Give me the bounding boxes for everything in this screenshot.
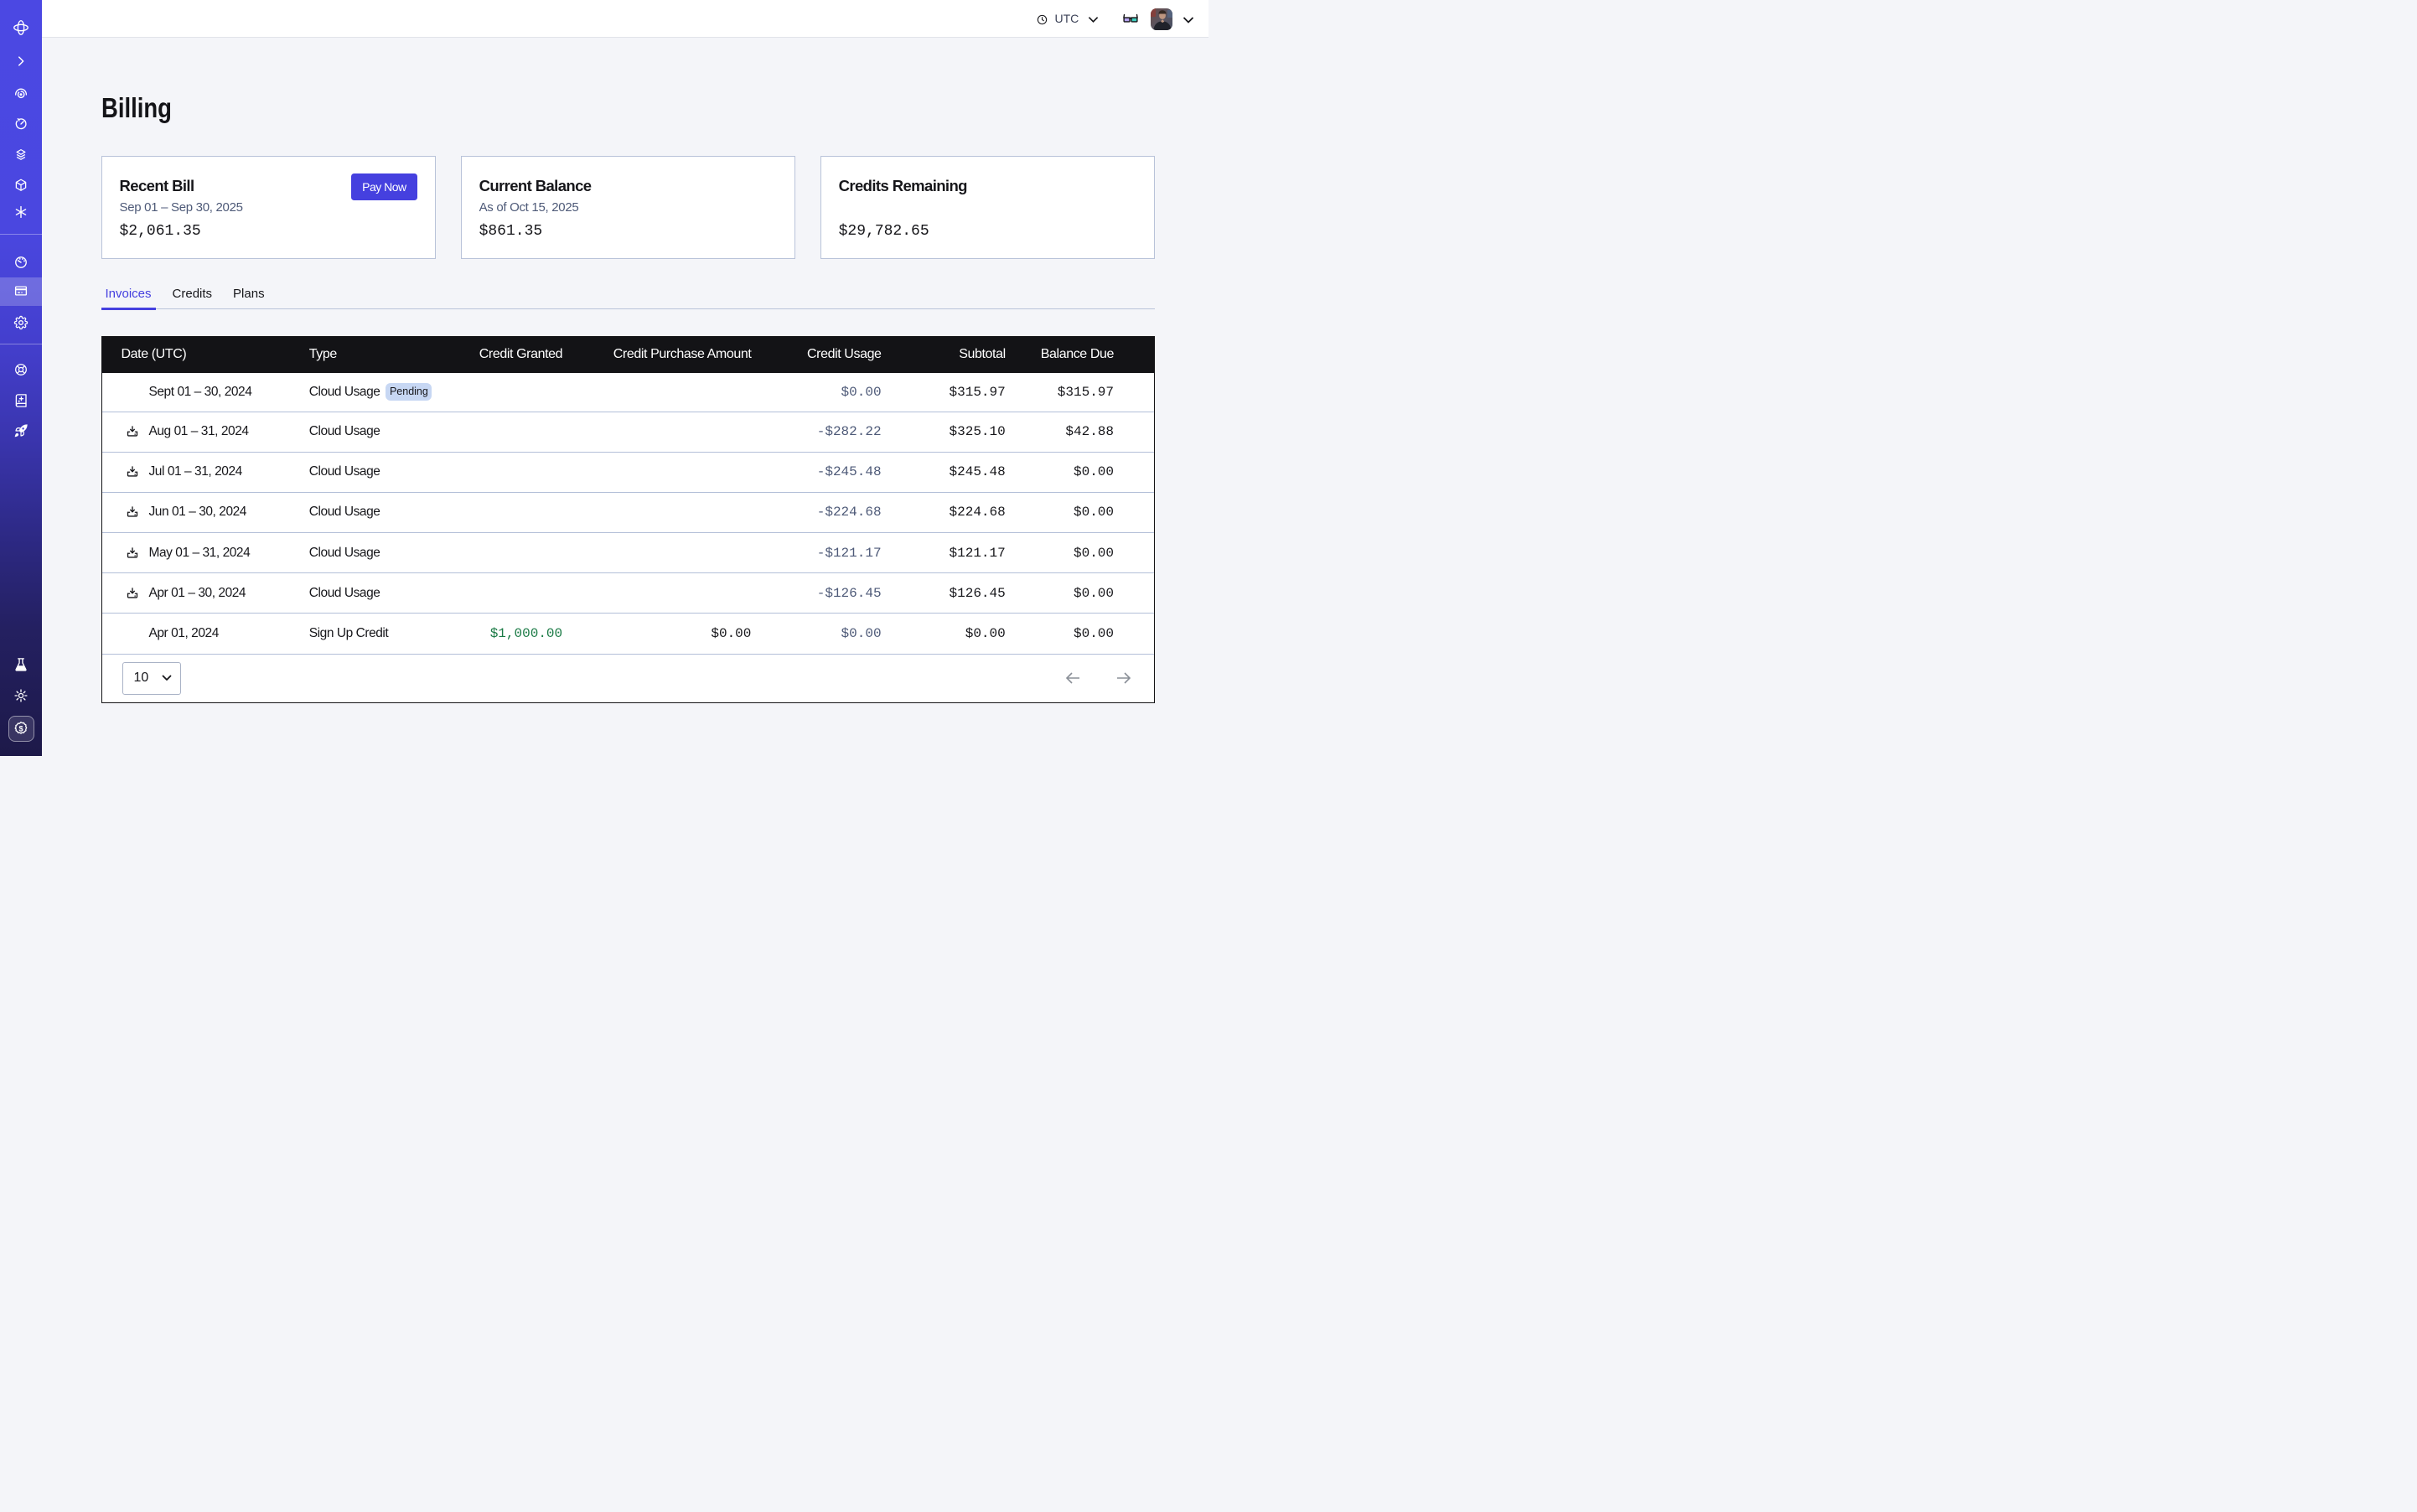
svg-text:$: $ [18, 724, 23, 733]
